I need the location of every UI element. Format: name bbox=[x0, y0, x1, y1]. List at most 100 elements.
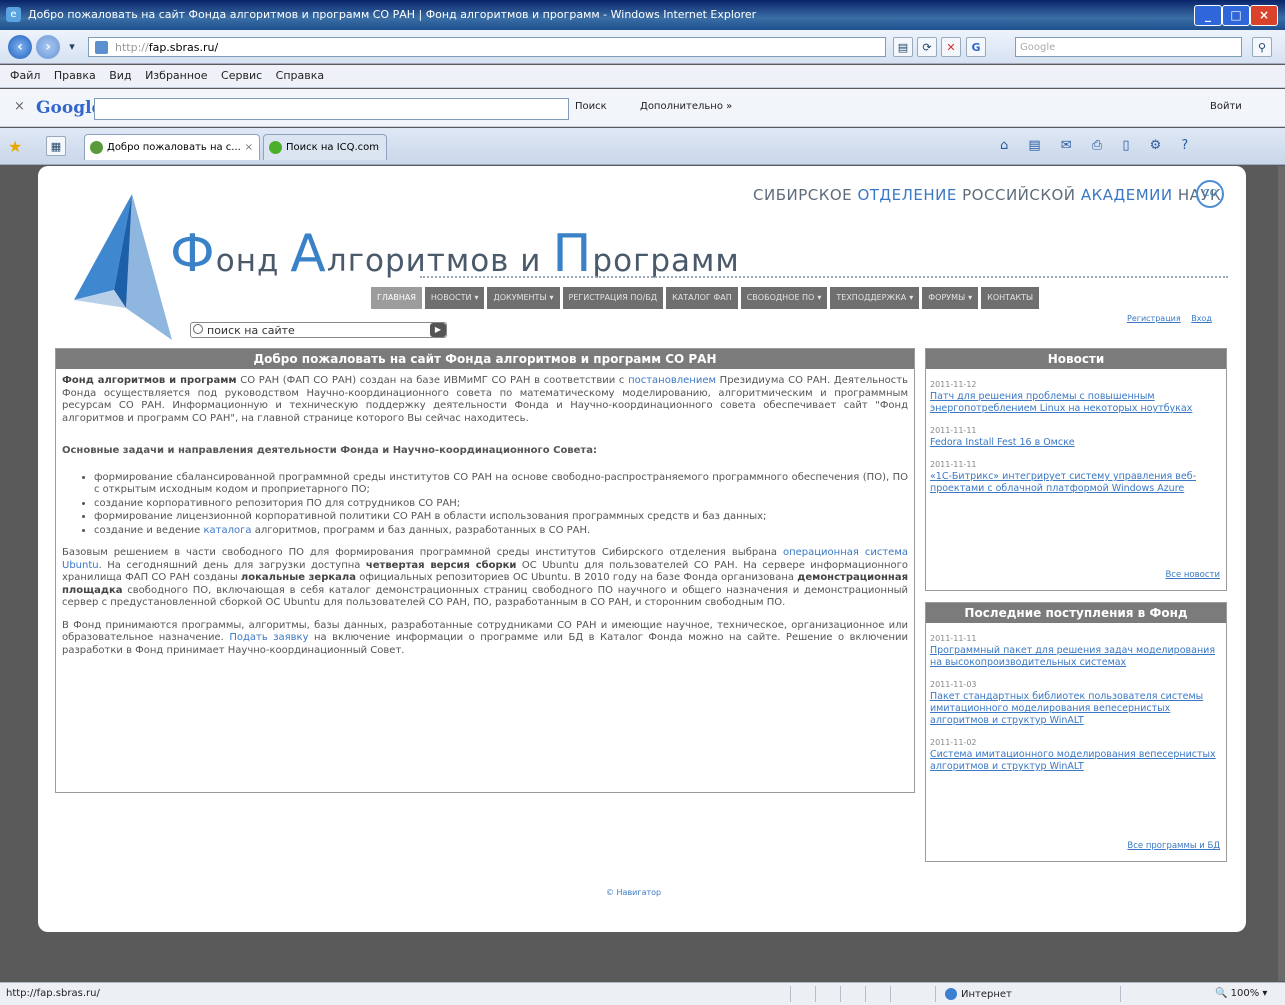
nav-news[interactable]: Новости ▾ bbox=[424, 287, 485, 309]
google-more-button[interactable]: Дополнительно » bbox=[640, 101, 732, 112]
catalog-link[interactable]: каталога bbox=[204, 525, 252, 536]
arrivals-panel: Последние поступления в Фонд 2011-11-11 … bbox=[925, 602, 1227, 862]
arrivals-heading: Последние поступления в Фонд bbox=[926, 603, 1226, 623]
welcome-heading: Добро пожаловать на сайт Фонда алгоритмо… bbox=[56, 349, 914, 369]
nav-documents[interactable]: Документы ▾ bbox=[487, 287, 560, 309]
intro-paragraph: Фонд алгоритмов и программ СО РАН (ФАП С… bbox=[62, 375, 909, 424]
menu-bar: Файл Правка Вид Избранное Сервис Справка bbox=[0, 65, 1285, 88]
favorites-star-icon[interactable]: ★ bbox=[8, 137, 22, 156]
history-dropdown-icon[interactable]: ▾ bbox=[62, 37, 82, 57]
welcome-panel: Добро пожаловать на сайт Фонда алгоритмо… bbox=[55, 348, 915, 793]
all-news-link[interactable]: Все новости bbox=[1165, 570, 1220, 580]
sb-ras-emblem-icon[interactable]: СО bbox=[1196, 180, 1224, 208]
google-search-input[interactable] bbox=[94, 98, 569, 120]
login-link[interactable]: Вход bbox=[1191, 314, 1212, 323]
google-login-button[interactable]: Войти bbox=[1210, 101, 1242, 112]
back-button[interactable]: ‹ bbox=[8, 35, 32, 59]
search-icon bbox=[193, 324, 203, 334]
menu-favorites[interactable]: Избранное bbox=[145, 69, 207, 82]
address-toolbar: ‹ › ▾ http://fap.sbras.ru/ ▤ ⟳ ✕ G Googl… bbox=[0, 30, 1285, 64]
submission-paragraph: В Фонд принимаются программы, алгоритмы,… bbox=[62, 619, 908, 656]
menu-help[interactable]: Справка bbox=[276, 69, 324, 82]
google-toolbar: × Google Поиск Дополнительно » Войти bbox=[0, 89, 1285, 127]
nav-support[interactable]: Техподдержка ▾ bbox=[830, 287, 920, 309]
news-link[interactable]: «1С-Битрикс» интегрирует систему управле… bbox=[930, 471, 1222, 495]
news-heading: Новости bbox=[926, 349, 1226, 369]
news-list: 2011-11-12 Патч для решения проблемы с п… bbox=[926, 369, 1226, 495]
icq-favicon bbox=[269, 141, 282, 154]
submit-application-link[interactable]: Подать заявку bbox=[229, 632, 308, 643]
close-tab-icon[interactable]: × bbox=[245, 135, 253, 160]
refresh-icon[interactable]: ⟳ bbox=[917, 37, 937, 57]
nav-contacts[interactable]: Контакты bbox=[981, 287, 1040, 309]
address-input[interactable]: http://fap.sbras.ru/ bbox=[88, 37, 886, 57]
menu-edit[interactable]: Правка bbox=[54, 69, 96, 82]
close-toolbar-icon[interactable]: × bbox=[14, 99, 25, 114]
auth-links: Регистрация Вход bbox=[1119, 314, 1212, 323]
tab-icq-search[interactable]: Поиск на ICQ.com bbox=[263, 134, 387, 160]
security-zone[interactable]: Интернет bbox=[945, 988, 1012, 1000]
window-title-bar: e Добро пожаловать на сайт Фонда алгорит… bbox=[0, 0, 1285, 30]
welcome-body: Фонд алгоритмов и программ СО РАН (ФАП С… bbox=[56, 369, 914, 657]
status-bar: http://fap.sbras.ru/ Интернет 🔍 100% ▾ bbox=[0, 982, 1285, 1005]
search-provider-icon[interactable]: G bbox=[966, 37, 986, 57]
org-name: СИБИРСКОЕ ОТДЕЛЕНИЕ РОССИЙСКОЙ АКАДЕМИИ … bbox=[753, 186, 1222, 204]
list-item: 2011-11-03 Пакет стандартных библиотек п… bbox=[930, 679, 1222, 727]
all-programs-link[interactable]: Все программы и БД bbox=[1127, 841, 1220, 851]
list-item: формирование лицензионной корпоративной … bbox=[94, 511, 908, 524]
site-search-button[interactable]: ▶ bbox=[430, 323, 446, 337]
news-panel: Новости 2011-11-12 Патч для решения проб… bbox=[925, 348, 1227, 591]
tasks-list: формирование сбалансированной программно… bbox=[62, 472, 908, 538]
tasks-heading: Основные задачи и направления деятельнос… bbox=[62, 445, 597, 456]
list-item: формирование сбалансированной программно… bbox=[94, 472, 908, 497]
nav-registration[interactable]: Регистрация ПО/БД bbox=[562, 287, 664, 309]
list-item: 2011-11-11 «1С-Битрикс» интегрирует сист… bbox=[930, 459, 1222, 495]
news-link[interactable]: Fedora Install Fest 16 в Омске bbox=[930, 437, 1222, 449]
tab-welcome[interactable]: Добро пожаловать на с... × bbox=[84, 134, 260, 160]
browser-search-input[interactable]: Google bbox=[1015, 37, 1242, 57]
program-link[interactable]: Пакет стандартных библиотек пользователя… bbox=[930, 691, 1222, 727]
status-url: http://fap.sbras.ru/ bbox=[6, 988, 100, 999]
list-item: создание и ведение каталога алгоритмов, … bbox=[94, 525, 908, 538]
list-item: 2011-11-11 Fedora Install Fest 16 в Омск… bbox=[930, 425, 1222, 449]
close-window-button[interactable]: × bbox=[1250, 5, 1278, 26]
nav-forums[interactable]: Форумы ▾ bbox=[922, 287, 979, 309]
menu-file[interactable]: Файл bbox=[10, 69, 40, 82]
list-item: 2011-11-11 Программный пакет для решения… bbox=[930, 633, 1222, 669]
program-link[interactable]: Программный пакет для решения задач моде… bbox=[930, 645, 1222, 669]
vertical-scrollbar[interactable] bbox=[1278, 166, 1285, 981]
nav-home[interactable]: Главная bbox=[371, 287, 422, 309]
list-item: 2011-11-12 Патч для решения проблемы с п… bbox=[930, 379, 1222, 415]
nav-catalog[interactable]: Каталог ФАП bbox=[666, 287, 738, 309]
zoom-level[interactable]: 🔍 100% ▾ bbox=[1215, 988, 1267, 999]
google-logo: Google bbox=[36, 98, 103, 118]
site-logo-text[interactable]: Фонд Алгоритмов и Программ bbox=[170, 224, 740, 284]
search-icon[interactable]: ⚲ bbox=[1252, 37, 1272, 57]
globe-icon bbox=[945, 988, 957, 1000]
tabs-bar: ★ ▦ Добро пожаловать на с... × Поиск на … bbox=[0, 128, 1285, 165]
menu-view[interactable]: Вид bbox=[109, 69, 131, 82]
decree-link[interactable]: постановлением bbox=[628, 375, 716, 386]
list-item: 2011-11-02 Система имитационного моделир… bbox=[930, 737, 1222, 773]
stop-icon[interactable]: ✕ bbox=[941, 37, 961, 57]
maximize-button[interactable]: □ bbox=[1222, 5, 1250, 26]
forward-button[interactable]: › bbox=[36, 35, 60, 59]
register-link[interactable]: Регистрация bbox=[1127, 314, 1181, 323]
minimize-button[interactable]: _ bbox=[1194, 5, 1222, 26]
ie-icon: e bbox=[6, 7, 21, 22]
google-search-button[interactable]: Поиск bbox=[575, 101, 607, 112]
program-link[interactable]: Система имитационного моделирования вепе… bbox=[930, 749, 1222, 773]
footer-link[interactable]: © Навигатор bbox=[606, 888, 661, 897]
site-search-input[interactable]: поиск на сайте bbox=[190, 322, 447, 338]
arrivals-list: 2011-11-11 Программный пакет для решения… bbox=[926, 623, 1226, 773]
quick-tabs-icon[interactable]: ▦ bbox=[46, 136, 66, 156]
window-title: Добро пожаловать на сайт Фонда алгоритмо… bbox=[28, 8, 757, 21]
command-bar-icons[interactable]: ⌂ ▤ ✉ ⎙ ▯ ⚙ ? bbox=[1000, 138, 1196, 153]
header-divider bbox=[420, 276, 1228, 278]
compatibility-icon[interactable]: ▤ bbox=[893, 37, 913, 57]
list-item: создание корпоративного репозитория ПО д… bbox=[94, 498, 908, 511]
nav-free-software[interactable]: Свободное ПО ▾ bbox=[740, 287, 828, 309]
menu-tools[interactable]: Сервис bbox=[221, 69, 262, 82]
news-link[interactable]: Патч для решения проблемы с повышенным э… bbox=[930, 391, 1222, 415]
web-page: СИБИРСКОЕ ОТДЕЛЕНИЕ РОССИЙСКОЙ АКАДЕМИИ … bbox=[38, 166, 1246, 932]
